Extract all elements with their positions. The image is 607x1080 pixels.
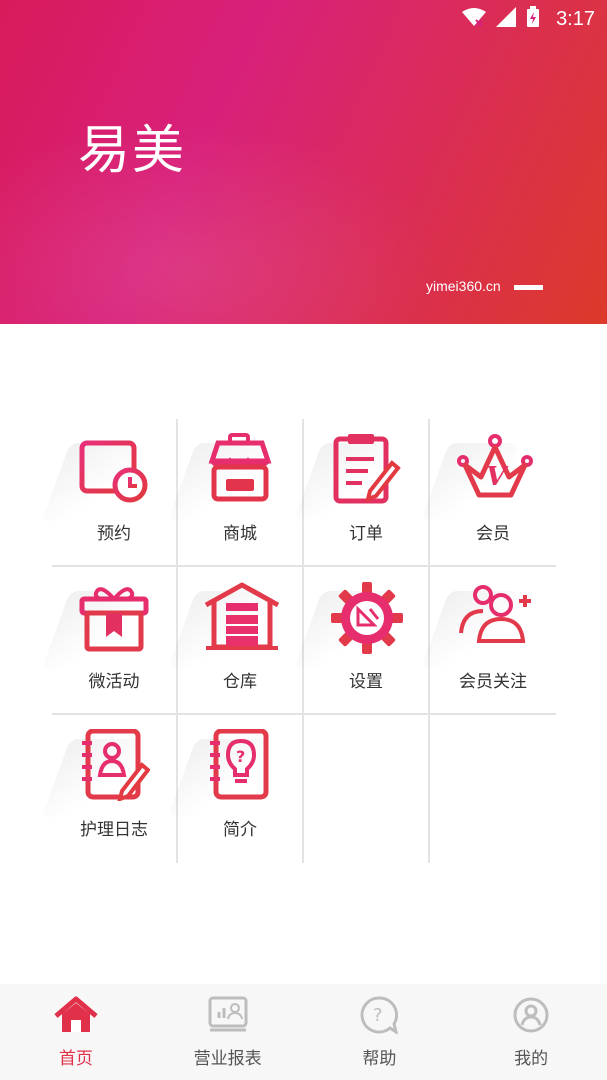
grid-empty-cell xyxy=(304,715,430,863)
grid-item-label: 微活动 xyxy=(88,672,140,692)
status-bar: 3:17 xyxy=(0,0,607,38)
grid-item-label: 商城 xyxy=(223,524,257,544)
grid-item-member-follow[interactable]: 会员关注 xyxy=(420,567,556,715)
grid-item-care-log[interactable]: 护理日志 xyxy=(41,715,178,863)
grid-item-intro[interactable]: ? 简介 xyxy=(167,715,304,863)
bottom-tab-bar: 首页 营业报表 ? 帮助 我的 xyxy=(0,984,607,1080)
site-url: yimei360.cn xyxy=(426,278,501,294)
tab-label: 营业报表 xyxy=(193,1049,262,1069)
tab-report[interactable]: 营业报表 xyxy=(152,984,304,1080)
grid-item-label: 设置 xyxy=(349,672,383,692)
profile-icon xyxy=(512,996,550,1038)
header-banner: 3:17 易美 yimei360.cn xyxy=(0,0,607,324)
status-time: 3:17 xyxy=(556,7,595,30)
report-icon xyxy=(208,996,248,1038)
grid-item-member[interactable]: V 会员 xyxy=(420,419,556,567)
grid-item-label: 会员关注 xyxy=(459,672,527,692)
feature-grid: 预约 商城 订单 V 会员 微活动 仓库 设置 会员关注 护理日志 ? 简介 xyxy=(41,419,556,863)
signal-icon xyxy=(496,7,517,31)
help-icon: ? xyxy=(360,996,399,1038)
battery-icon xyxy=(526,6,540,32)
tab-label: 首页 xyxy=(58,1049,93,1069)
svg-text:?: ? xyxy=(236,747,245,766)
grid-item-label: 简介 xyxy=(223,820,257,840)
grid-item-label: 订单 xyxy=(349,524,383,544)
tab-profile[interactable]: 我的 xyxy=(455,984,607,1080)
tab-home[interactable]: 首页 xyxy=(0,984,152,1080)
grid-item-activities[interactable]: 微活动 xyxy=(41,567,178,715)
grid-item-label: 预约 xyxy=(97,524,131,544)
tab-label: 我的 xyxy=(514,1049,549,1069)
home-icon xyxy=(54,996,98,1038)
svg-text:V: V xyxy=(486,462,509,492)
grid-item-mall[interactable]: 商城 xyxy=(167,419,304,567)
banner-indicator xyxy=(514,285,543,290)
grid-item-label: 护理日志 xyxy=(80,820,148,840)
grid-item-label: 会员 xyxy=(476,524,510,544)
app-title: 易美 xyxy=(78,121,187,181)
wifi-icon xyxy=(462,7,487,31)
svg-text:?: ? xyxy=(373,1005,383,1026)
grid-item-appointment[interactable]: 预约 xyxy=(41,419,178,567)
grid-item-orders[interactable]: 订单 xyxy=(293,419,430,567)
grid-item-warehouse[interactable]: 仓库 xyxy=(167,567,304,715)
grid-item-label: 仓库 xyxy=(223,672,257,692)
tab-help[interactable]: ? 帮助 xyxy=(304,984,456,1080)
tab-label: 帮助 xyxy=(362,1049,397,1069)
grid-item-settings[interactable]: 设置 xyxy=(293,567,430,715)
grid-empty-cell xyxy=(430,715,556,863)
